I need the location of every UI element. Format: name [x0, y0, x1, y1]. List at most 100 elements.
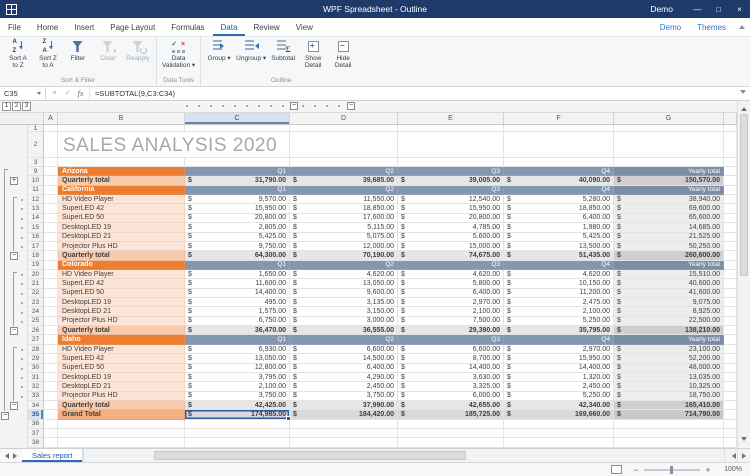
row-header-24[interactable]: 24: [28, 307, 44, 316]
cell-D35[interactable]: $184,420.00: [290, 410, 398, 419]
tab-insert[interactable]: Insert: [66, 18, 102, 36]
cell-C13[interactable]: $15,950.00: [185, 204, 290, 213]
cell-B3[interactable]: [58, 158, 185, 167]
cell-G36[interactable]: [614, 420, 724, 429]
cell-C14[interactable]: $20,800.00: [185, 214, 290, 223]
cell-E26[interactable]: $29,390.00: [398, 326, 504, 335]
cell-D24[interactable]: $3,150.00: [290, 307, 398, 316]
scroll-right-button[interactable]: [737, 449, 750, 462]
cell-G29[interactable]: $52,200.00: [614, 354, 724, 363]
cell-E14[interactable]: $20,800.00: [398, 214, 504, 223]
cell-C30[interactable]: $12,800.00: [185, 364, 290, 373]
view-mode-icon[interactable]: [611, 465, 622, 474]
formula-input[interactable]: =SUBTOTAL(9,C3:C34): [90, 89, 175, 98]
cell-A2[interactable]: [44, 132, 58, 158]
row-header-35[interactable]: 35: [28, 410, 44, 419]
group-button[interactable]: Group ▾: [204, 38, 234, 62]
cell-B38[interactable]: [58, 438, 185, 447]
cell-E9[interactable]: Q3: [398, 167, 504, 176]
cell-E10[interactable]: $39,005.00: [398, 176, 504, 185]
cell-C9[interactable]: Q1: [185, 167, 290, 176]
cell-A14[interactable]: [44, 214, 58, 223]
cell-G3[interactable]: [614, 158, 724, 167]
cell-G11[interactable]: Yearly total: [614, 186, 724, 195]
cell-H30[interactable]: [724, 364, 737, 373]
cell-D37[interactable]: [290, 429, 398, 438]
cell-H35[interactable]: [724, 410, 737, 419]
cell-B30[interactable]: SuperLED 50: [58, 364, 185, 373]
cell-F22[interactable]: $11,200.00: [504, 289, 614, 298]
cell-H14[interactable]: [724, 214, 737, 223]
cell-F16[interactable]: $5,425.00: [504, 233, 614, 242]
column-group-collapse-button-2[interactable]: −: [347, 102, 355, 110]
cell-C27[interactable]: Q1: [185, 335, 290, 344]
cell-E30[interactable]: $14,400.00: [398, 364, 504, 373]
outline-collapse-group-button-3[interactable]: −: [10, 402, 18, 410]
cell-D25[interactable]: $3,000.00: [290, 317, 398, 326]
cell-E2[interactable]: [398, 132, 504, 158]
row-header-18[interactable]: 18: [28, 251, 44, 260]
tab-view[interactable]: View: [288, 18, 321, 36]
cell-C28[interactable]: $6,930.00: [185, 345, 290, 354]
tab-page-layout[interactable]: Page Layout: [102, 18, 163, 36]
show-detail-button[interactable]: +ShowDetail: [298, 38, 328, 69]
cell-G33[interactable]: $18,750.00: [614, 392, 724, 401]
cell-H12[interactable]: [724, 195, 737, 204]
cell-D15[interactable]: $5,115.00: [290, 223, 398, 232]
cell-C33[interactable]: $3,750.00: [185, 392, 290, 401]
cell-G38[interactable]: [614, 438, 724, 447]
prev-sheet-button[interactable]: [0, 449, 11, 462]
zoom-level[interactable]: 100%: [714, 466, 750, 473]
row-header-14[interactable]: 14: [28, 214, 44, 223]
cell-D26[interactable]: $36,555.00: [290, 326, 398, 335]
cell-E31[interactable]: $3,630.00: [398, 373, 504, 382]
vertical-scroll-thumb[interactable]: [740, 114, 748, 276]
cell-G2[interactable]: [614, 132, 724, 158]
cell-H27[interactable]: [724, 335, 737, 344]
ribbon-collapse-button[interactable]: [734, 18, 750, 36]
row-header-19[interactable]: 19: [28, 261, 44, 270]
cell-D28[interactable]: $6,600.00: [290, 345, 398, 354]
row-header-15[interactable]: 15: [28, 223, 44, 232]
cell-B35[interactable]: Grand Total: [58, 410, 185, 419]
cell-G9[interactable]: Yearly total: [614, 167, 724, 176]
cell-H1[interactable]: [724, 125, 737, 132]
cell-D34[interactable]: $37,990.00: [290, 401, 398, 410]
cell-G13[interactable]: $69,600.00: [614, 204, 724, 213]
cell-E28[interactable]: $6,600.00: [398, 345, 504, 354]
cell-F29[interactable]: $15,950.00: [504, 354, 614, 363]
row-header-1[interactable]: 1: [28, 125, 44, 132]
row-header-22[interactable]: 22: [28, 289, 44, 298]
column-group-collapse-button-1[interactable]: −: [290, 102, 298, 110]
cell-D13[interactable]: $18,850.00: [290, 204, 398, 213]
zoom-slider[interactable]: [644, 469, 700, 471]
cell-C20[interactable]: $1,650.00: [185, 270, 290, 279]
cell-A25[interactable]: [44, 317, 58, 326]
cell-C37[interactable]: [185, 429, 290, 438]
cell-F20[interactable]: $4,620.00: [504, 270, 614, 279]
cell-C11[interactable]: Q1: [185, 186, 290, 195]
cell-B10[interactable]: Quarterly total: [58, 176, 185, 185]
cell-A23[interactable]: [44, 298, 58, 307]
cell-H22[interactable]: [724, 289, 737, 298]
cell-D2[interactable]: [290, 132, 398, 158]
minimize-button[interactable]: —: [687, 0, 708, 18]
cell-D36[interactable]: [290, 420, 398, 429]
cell-A36[interactable]: [44, 420, 58, 429]
cell-B34[interactable]: Quarterly total: [58, 401, 185, 410]
tab-home[interactable]: Home: [29, 18, 66, 36]
cell-D27[interactable]: Q2: [290, 335, 398, 344]
cell-A9[interactable]: [44, 167, 58, 176]
row-header-30[interactable]: 30: [28, 364, 44, 373]
cell-G31[interactable]: $13,035.00: [614, 373, 724, 382]
cell-A34[interactable]: [44, 401, 58, 410]
cell-A12[interactable]: [44, 195, 58, 204]
cell-H37[interactable]: [724, 429, 737, 438]
cell-H16[interactable]: [724, 233, 737, 242]
cell-B2[interactable]: SALES ANALYSIS 2020: [58, 132, 185, 158]
cell-C10[interactable]: $31,790.00: [185, 176, 290, 185]
hide-detail-button[interactable]: −HideDetail: [328, 38, 358, 69]
row-header-11[interactable]: 11: [28, 186, 44, 195]
column-header-C[interactable]: C: [185, 113, 290, 124]
cell-D3[interactable]: [290, 158, 398, 167]
